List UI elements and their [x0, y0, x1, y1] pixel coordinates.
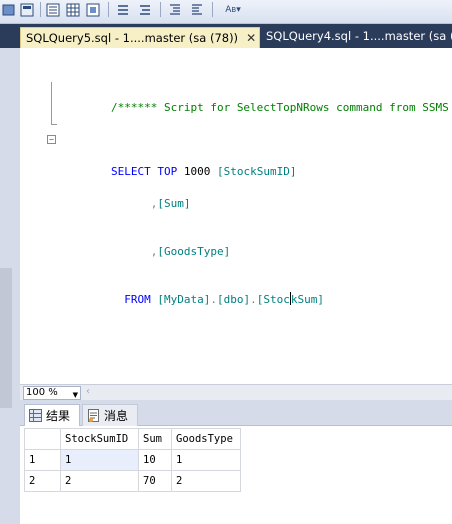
toolbar-icon-b[interactable]: [18, 1, 36, 19]
toolbar-icon-d[interactable]: [64, 1, 82, 19]
toolbar-icon-a[interactable]: [0, 1, 18, 19]
table-identifier: [MyData]: [157, 293, 211, 306]
dot: .: [210, 293, 217, 306]
table-identifier: [dbo]: [216, 293, 251, 306]
keyword-from: FROM: [124, 293, 151, 306]
message-icon: [88, 409, 99, 422]
close-icon[interactable]: ✕: [246, 31, 256, 45]
toolbar: A B ▾: [0, 0, 452, 24]
column-header[interactable]: GoodsType: [171, 428, 241, 450]
text-format-icon[interactable]: A B ▾: [218, 1, 248, 19]
table-cell[interactable]: 1: [171, 449, 241, 471]
tab-results[interactable]: 结果: [24, 404, 80, 426]
toolbar-icon-c[interactable]: [44, 1, 62, 19]
collapse-icon[interactable]: −: [47, 135, 56, 144]
table-cell[interactable]: 2: [171, 470, 241, 492]
table-cell[interactable]: 10: [138, 449, 172, 471]
tab-label: SQLQuery5.sql - 1....master (sa (78)): [26, 31, 239, 45]
query-editor[interactable]: /****** Script for SelectTopNRows comman…: [20, 48, 452, 384]
document-tab-strip: SQLQuery5.sql - 1....master (sa (78)) ✕ …: [0, 24, 452, 48]
tab-messages-label: 消息: [104, 409, 129, 423]
tab-label: SQLQuery4.sql - 1....master (sa (: [266, 29, 452, 43]
code-line: ,[Sum]: [20, 180, 452, 210]
comment-text: /****** Script for SelectTopNRows comman…: [110, 101, 452, 114]
code-line: ,[GoodsType]: [20, 228, 452, 258]
row-header-corner[interactable]: [24, 428, 61, 450]
row-number[interactable]: 1: [24, 449, 61, 471]
tab-messages[interactable]: 消息: [82, 404, 138, 426]
code-line: /****** Script for SelectTopNRows comman…: [20, 84, 452, 114]
code-area[interactable]: /****** Script for SelectTopNRows comman…: [20, 52, 452, 324]
table-cell[interactable]: 1: [60, 449, 139, 471]
left-scrollbar[interactable]: [0, 268, 12, 408]
keyword-select: SELECT: [110, 165, 151, 178]
zoom-select[interactable]: 100 % ▼: [23, 386, 81, 400]
zoom-value: 100 %: [26, 387, 58, 398]
number-literal: 1000: [183, 165, 211, 178]
row-number[interactable]: 2: [24, 470, 61, 492]
zoom-bar: 100 % ▼ ‹: [20, 384, 452, 400]
column-identifier: [Sum]: [157, 197, 191, 210]
table-identifier: kSum]: [290, 293, 324, 306]
table-cell[interactable]: 2: [60, 470, 139, 492]
column-header[interactable]: StockSumID: [60, 428, 139, 450]
table-cell[interactable]: 70: [138, 470, 172, 492]
tab-sqlquery5[interactable]: SQLQuery5.sql - 1....master (sa (78)) ✕: [20, 27, 260, 48]
results-grid: StockSumID Sum GoodsType 1 1 10 1 2 2 70…: [20, 426, 452, 524]
code-line: − SELECT TOP 1000 [StockSumID]: [20, 132, 452, 178]
table-row: 2 2 70 2: [24, 470, 241, 492]
tab-sqlquery4[interactable]: SQLQuery4.sql - 1....master (sa (: [262, 29, 452, 48]
toolbar-icon-e[interactable]: [84, 1, 102, 19]
ssms-window: A B ▾ SQLQuery5.sql - 1....master (sa (78)…: [0, 0, 452, 524]
table-header-row: StockSumID Sum GoodsType: [24, 428, 241, 450]
table-row: 1 1 10 1: [24, 449, 241, 471]
toolbar-icon-f[interactable]: [114, 1, 132, 19]
toolbar-icon-h[interactable]: [166, 1, 184, 19]
column-identifier: [GoodsType]: [157, 245, 231, 258]
code-line: FROM [MyData].[dbo].[StockSum]: [20, 276, 452, 306]
results-tab-strip: 结果 消息: [20, 400, 452, 426]
column-identifier: [StockSumID]: [216, 165, 297, 178]
tab-results-label: 结果: [46, 409, 71, 423]
results-table: StockSumID Sum GoodsType 1 1 10 1 2 2 70…: [24, 428, 241, 492]
keyword-top: TOP: [157, 165, 178, 178]
dot: .: [250, 293, 257, 306]
column-header[interactable]: Sum: [138, 428, 172, 450]
toolbar-icon-g[interactable]: [136, 1, 154, 19]
table-identifier: [Stoc: [256, 293, 290, 306]
toolbar-icon-i[interactable]: [188, 1, 206, 19]
grid-icon: [29, 409, 42, 422]
scroll-left-icon[interactable]: ‹: [86, 386, 90, 397]
